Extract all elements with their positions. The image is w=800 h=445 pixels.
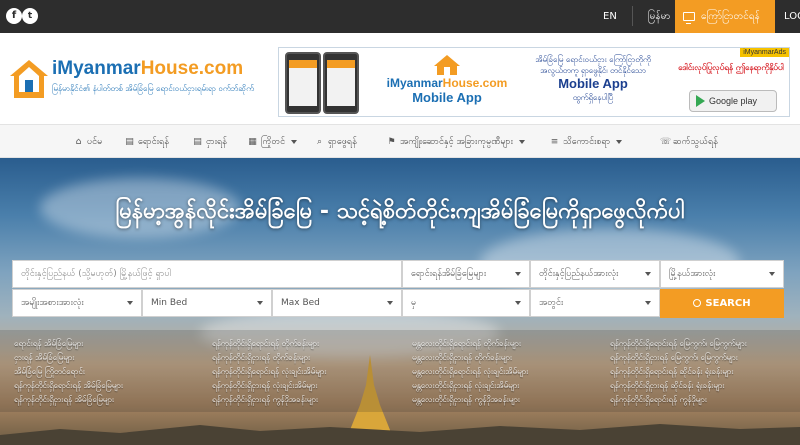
region-select[interactable]: တိုင်းနှင့်ပြည်နယ်အားလုံး: [530, 260, 660, 288]
keyword-input[interactable]: တိုင်းနှင့်ပြည်နယ် (သို့မဟုတ်) မြို့နယ်ဖ…: [12, 260, 402, 288]
home-icon: ⌂: [75, 136, 82, 147]
quick-link[interactable]: မန္တလေးတိုင်းရှိငှားရန် လုံးချင်းအိမ်မျာ…: [412, 380, 519, 392]
quick-link[interactable]: မန္တလေးတိုင်းရှိရောင်းရန် လုံးချင်းအိမ်မ…: [412, 366, 528, 378]
property-type-select[interactable]: အမျိုးအစားအားလုံး: [12, 289, 142, 317]
login-link[interactable]: LOG: [784, 0, 800, 33]
quick-link[interactable]: ရောင်းရန် အိမ်ခြံမြေများ: [14, 338, 83, 350]
nav-rent[interactable]: ▤ ငှားရန်: [193, 125, 227, 159]
building-icon: ▦: [248, 136, 257, 147]
site-logo[interactable]: iMyanmarHouse.com မြန်မာနိုင်ငံ၏ နံပါတ်တ…: [8, 58, 268, 108]
site-header: iMyanmarHouse.com မြန်မာနိုင်ငံ၏ နံပါတ်တ…: [0, 33, 800, 118]
banner-description: အိမ်ခြံမြေ ရောင်းဝယ်ငှား ကြော်ငြာတိုကို …: [535, 55, 651, 102]
download-text: ဒေါင်းလုပ်ပြုလုပ်ရန် ဤနေရာကိုနှိပ်ပါ: [678, 63, 784, 72]
quick-link[interactable]: မန္တလေးတိုင်းရှိရောင်းရန် တိုက်ခန်းများ: [412, 338, 521, 350]
nav-sale[interactable]: ▤ ရောင်းရန်: [125, 125, 169, 159]
flag-icon: ⚑: [387, 136, 396, 147]
listing-type-select[interactable]: ရောင်းရန်အိမ်ခြံမြေများ: [402, 260, 530, 288]
nav-search[interactable]: ⌕ ရှာဖွေရန်: [315, 125, 357, 159]
quick-link[interactable]: ရန်ကုန်တိုင်းရှိရောင်းရန် မြေကွက်၊ မြေကွ…: [610, 338, 747, 350]
nav-agents[interactable]: ⚑ အကျိုးဆောင်နှင့် အခြားကုမ္ပဏီများ: [387, 125, 525, 159]
chevron-down-icon: [291, 140, 298, 144]
quick-link[interactable]: မန္တလေးတိုင်းရှိငှားရန် ကွန်ဒိုအခန်းများ: [412, 394, 520, 406]
document-icon: ▤: [125, 136, 134, 147]
language-en-link[interactable]: EN: [603, 0, 617, 33]
quick-links: ရောင်းရန် အိမ်ခြံမြေများ ရန်ကုန်တိုင်းရှ…: [0, 330, 800, 412]
quick-link[interactable]: ငှားရန် အိမ်ခြံမြေများ: [14, 352, 74, 364]
search-icon: [693, 299, 702, 307]
quick-link[interactable]: ရန်ကုန်တိုင်းရှိငှားရန် ဆိုင်ခန်း ရုံးခန…: [610, 380, 724, 392]
quick-link[interactable]: ရန်ကုန်တိုင်းရှိရောင်းရန် ဆိုင်ခန်း ရုံး…: [610, 366, 733, 378]
quick-link[interactable]: ရန်ကုန်တိုင်းရှိရောင်းရန် လုံးချင်းအိမ်မ…: [212, 366, 326, 378]
main-nav: ⌂ ပင်မ ▤ ရောင်းရန် ▤ ငှားရန် ▦ ကြိုတင် ⌕…: [0, 124, 800, 158]
post-ad-button[interactable]: ကြော်ငြာတင်ရန်: [675, 0, 775, 33]
hero-title: မြန်မာ့အွန်လိုင်းအိမ်ခြံမြေ - သင့်ရဲ့စိတ…: [115, 199, 685, 224]
hero-section: မြန်မာ့အွန်လိုင်းအိမ်ခြံမြေ - သင့်ရဲ့စိတ…: [0, 158, 800, 445]
quick-link[interactable]: ရန်ကုန်တိုင်းရှိငှားရန် တိုက်ခန်းများ: [212, 352, 310, 364]
search-icon: ⌕: [316, 136, 323, 147]
ad-tag: iMyanmarAds: [740, 48, 789, 57]
nav-contact[interactable]: ☏ ဆက်သွယ်ရန်: [660, 125, 718, 159]
house-logo-icon: [434, 55, 460, 75]
quick-link[interactable]: ရန်ကုန်တိုင်းရှိရောင်းရန် အိမ်ခြံမြေများ: [14, 380, 123, 392]
chevron-down-icon: [616, 140, 623, 144]
play-icon: [696, 95, 705, 107]
document-icon: ▤: [193, 136, 202, 147]
quick-link[interactable]: ရန်ကုန်တိုင်းရှိငှားရန် လုံးချင်းအိမ်မျာ…: [212, 380, 317, 392]
google-play-button[interactable]: Google play: [689, 90, 777, 112]
phone-icon: ☏: [660, 136, 672, 147]
quick-link[interactable]: ရန်ကုန်တိုင်းရှိငှားရန် မြေကွက်၊ မြေကွက်…: [610, 352, 738, 364]
banner-app-label: Mobile App: [412, 90, 482, 105]
max-price-select[interactable]: အတွင်း: [530, 289, 660, 317]
phone-image: [285, 52, 321, 114]
quick-link[interactable]: ရန်ကုန်တိုင်းရှိရောင်းရန် တိုက်ခန်းများ: [212, 338, 319, 350]
nav-home[interactable]: ⌂ ပင်မ: [74, 125, 103, 159]
township-select[interactable]: မြို့နယ်အားလုံး: [660, 260, 784, 288]
list-icon: ≡: [550, 136, 559, 147]
chevron-down-icon: [518, 140, 525, 144]
search-button[interactable]: SEARCH: [660, 289, 784, 318]
max-bed-select[interactable]: Max Bed: [272, 289, 402, 317]
nav-presale[interactable]: ▦ ကြိုတင်: [248, 125, 298, 159]
facebook-icon[interactable]: f: [6, 8, 22, 24]
quick-link[interactable]: ရန်ကုန်တိုင်းရှိငှားရန် အိမ်ခြံမြေများ: [14, 394, 114, 406]
min-bed-select[interactable]: Min Bed: [142, 289, 272, 317]
language-mm-link[interactable]: မြန်မာ: [648, 0, 670, 33]
nav-knowledge[interactable]: ≡ သိကောင်းစရာ: [550, 125, 623, 159]
quick-link[interactable]: ရန်ကုန်တိုင်းရှိငှားရန် ကွန်ဒိုအခန်းများ: [212, 394, 318, 406]
post-ad-label: ကြော်ငြာတင်ရန်: [701, 11, 760, 22]
twitter-icon[interactable]: t: [22, 8, 38, 24]
top-bar: f t EN မြန်မာ ကြော်ငြာတင်ရန် LOG: [0, 0, 800, 33]
app-banner-ad[interactable]: iMyanmarHouse.com Mobile App အိမ်ခြံမြေ …: [278, 47, 790, 117]
divider: [632, 6, 633, 26]
search-form: တိုင်းနှင့်ပြည်နယ် (သို့မဟုတ်) မြို့နယ်ဖ…: [12, 260, 784, 318]
quick-link[interactable]: ရန်ကုန်တိုင်းရှိရောင်းရန် ကွန်ဒိုများ: [610, 394, 707, 406]
phone-image: [323, 52, 359, 114]
logo-text: iMyanmarHouse.com: [52, 58, 244, 79]
house-logo-icon: [10, 60, 48, 98]
min-price-select[interactable]: မှ: [402, 289, 530, 317]
banner-download-area: iMyanmarAds ဒေါင်းလုပ်ပြုလုပ်ရန် ဤနေရာကိ…: [671, 48, 789, 116]
quick-link[interactable]: မန္တလေးတိုင်းရှိငှားရန် တိုက်ခန်းများ: [412, 352, 512, 364]
quick-link[interactable]: အိမ်ခြံမြေ ကြိုတင်ရောင်း: [14, 366, 85, 378]
banner-logo: iMyanmarHouse.com Mobile App: [377, 54, 517, 105]
logo-tagline: မြန်မာနိုင်ငံ၏ နံပါတ်တစ် အိမ်ခြံမြေ ရောင…: [52, 84, 254, 93]
monitor-icon: [683, 12, 695, 24]
